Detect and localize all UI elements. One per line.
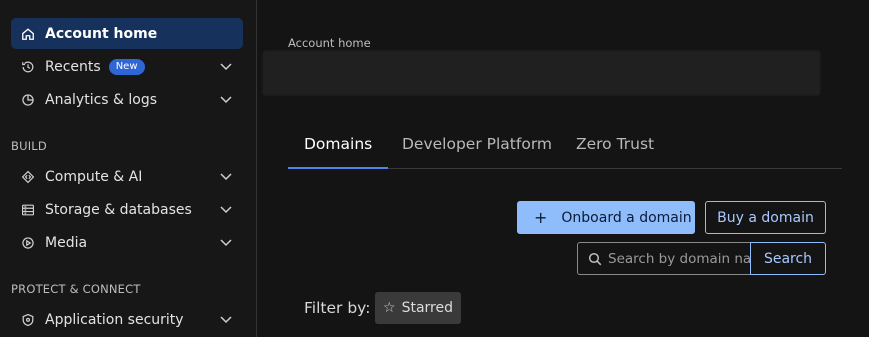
chevron-down-icon[interactable]: [219, 235, 233, 249]
sidebar-item-analytics[interactable]: Analytics & logs: [11, 84, 243, 115]
tab-bar: Domains Developer Platform Zero Trust: [288, 120, 842, 169]
tab-developer-platform[interactable]: Developer Platform: [386, 120, 568, 168]
diamond-code-icon: [20, 169, 36, 185]
filter-label: Filter by:: [304, 299, 371, 317]
storage-icon: [20, 202, 36, 218]
search-icon: [588, 252, 602, 265]
sidebar-item-label: Compute & AI: [45, 168, 143, 185]
tab-zero-trust[interactable]: Zero Trust: [560, 120, 670, 168]
sidebar-item-recents[interactable]: Recents New: [11, 51, 243, 82]
pie-chart-icon: [20, 92, 36, 108]
starred-label: Starred: [401, 300, 453, 316]
breadcrumb: Account home: [288, 36, 371, 50]
sidebar: Account home Recents New Analytics & log…: [0, 0, 257, 337]
chevron-down-icon[interactable]: [219, 202, 233, 216]
chevron-down-icon[interactable]: [219, 312, 233, 326]
tab-domains[interactable]: Domains: [288, 120, 389, 169]
sidebar-item-account-home[interactable]: Account home: [11, 18, 243, 49]
sidebar-item-media[interactable]: Media: [11, 227, 243, 258]
home-icon: [20, 26, 36, 42]
new-badge: New: [108, 58, 145, 75]
search-button[interactable]: Search: [750, 242, 826, 275]
sidebar-item-label: Account home: [45, 25, 158, 42]
domain-search-box: [577, 242, 751, 275]
shield-icon: [20, 312, 36, 328]
plus-icon: +: [534, 208, 548, 227]
sidebar-item-storage[interactable]: Storage & databases: [11, 194, 243, 225]
sidebar-item-label: Recents: [45, 58, 101, 75]
sidebar-item-app-security[interactable]: Application security: [11, 304, 243, 335]
chevron-down-icon[interactable]: [219, 169, 233, 183]
account-header-bar: [261, 49, 822, 97]
sidebar-item-label: Analytics & logs: [45, 91, 158, 108]
sidebar-item-label: Storage & databases: [45, 201, 192, 218]
sidebar-item-label: Media: [45, 234, 88, 251]
starred-filter-chip[interactable]: ☆ Starred: [375, 292, 461, 324]
onboard-domain-label: Onboard a domain: [561, 209, 692, 226]
sidebar-item-compute[interactable]: Compute & AI: [11, 161, 243, 192]
chevron-down-icon[interactable]: [219, 59, 233, 73]
sidebar-item-label: Application security: [45, 311, 184, 328]
history-icon: [20, 59, 36, 75]
chevron-down-icon[interactable]: [219, 92, 233, 106]
star-icon: ☆: [383, 300, 396, 316]
search-input[interactable]: [608, 250, 750, 267]
play-circle-icon: [20, 235, 36, 251]
section-title-protect: PROTECT & CONNECT: [11, 282, 141, 296]
section-title-build: BUILD: [11, 139, 47, 153]
onboard-domain-button[interactable]: + Onboard a domain: [517, 201, 695, 234]
buy-domain-button[interactable]: Buy a domain: [705, 201, 826, 234]
